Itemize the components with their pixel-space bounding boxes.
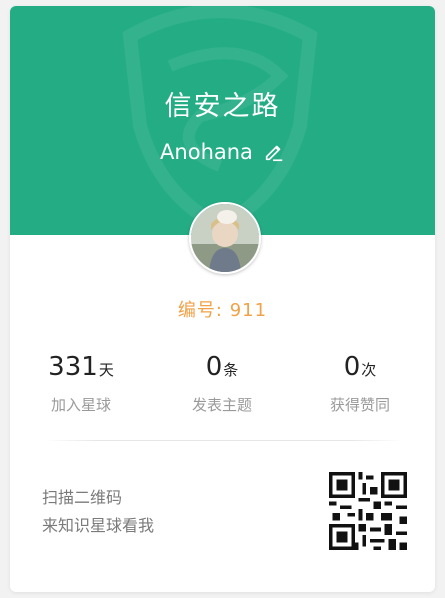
qr-code-icon[interactable] — [329, 472, 407, 550]
serial-number: 编号: 911 — [177, 300, 268, 321]
planet-name: 信安之路 — [164, 91, 281, 122]
stat-joined: 331天 加入星球 — [21, 352, 141, 415]
qr-caption-line1: 扫描二维码 — [42, 488, 123, 507]
stat-value: 331 — [48, 352, 98, 382]
stat-unit: 次 — [361, 361, 377, 379]
avatar[interactable] — [189, 202, 261, 274]
stat-value: 0 — [343, 352, 361, 382]
stat-value: 0 — [205, 352, 223, 382]
owner-row: Anohana — [10, 140, 435, 164]
stat-topics: 0条 发表主题 — [162, 352, 282, 415]
qr-caption-line2: 来知识星球看我 — [42, 516, 155, 535]
stat-likes: 0次 获得赞同 — [300, 352, 420, 415]
owner-name: Anohana — [160, 140, 253, 164]
stat-label: 获得赞同 — [329, 396, 390, 414]
stat-label: 加入星球 — [50, 396, 111, 414]
profile-card: 信安之路 Anohana 编号: 911 331天 加入星球 0条 发表主题 0… — [10, 6, 435, 592]
stat-unit: 条 — [223, 361, 239, 379]
card-header: 信安之路 Anohana — [10, 6, 435, 235]
stats-row: 331天 加入星球 0条 发表主题 0次 获得赞同 — [10, 352, 435, 432]
pencil-edit-icon[interactable] — [263, 141, 285, 163]
stat-unit: 天 — [98, 361, 114, 379]
avatar-image — [191, 204, 259, 272]
qr-caption: 扫描二维码 来知识星球看我 — [42, 484, 154, 540]
stat-label: 发表主题 — [191, 396, 252, 414]
divider — [44, 440, 404, 441]
